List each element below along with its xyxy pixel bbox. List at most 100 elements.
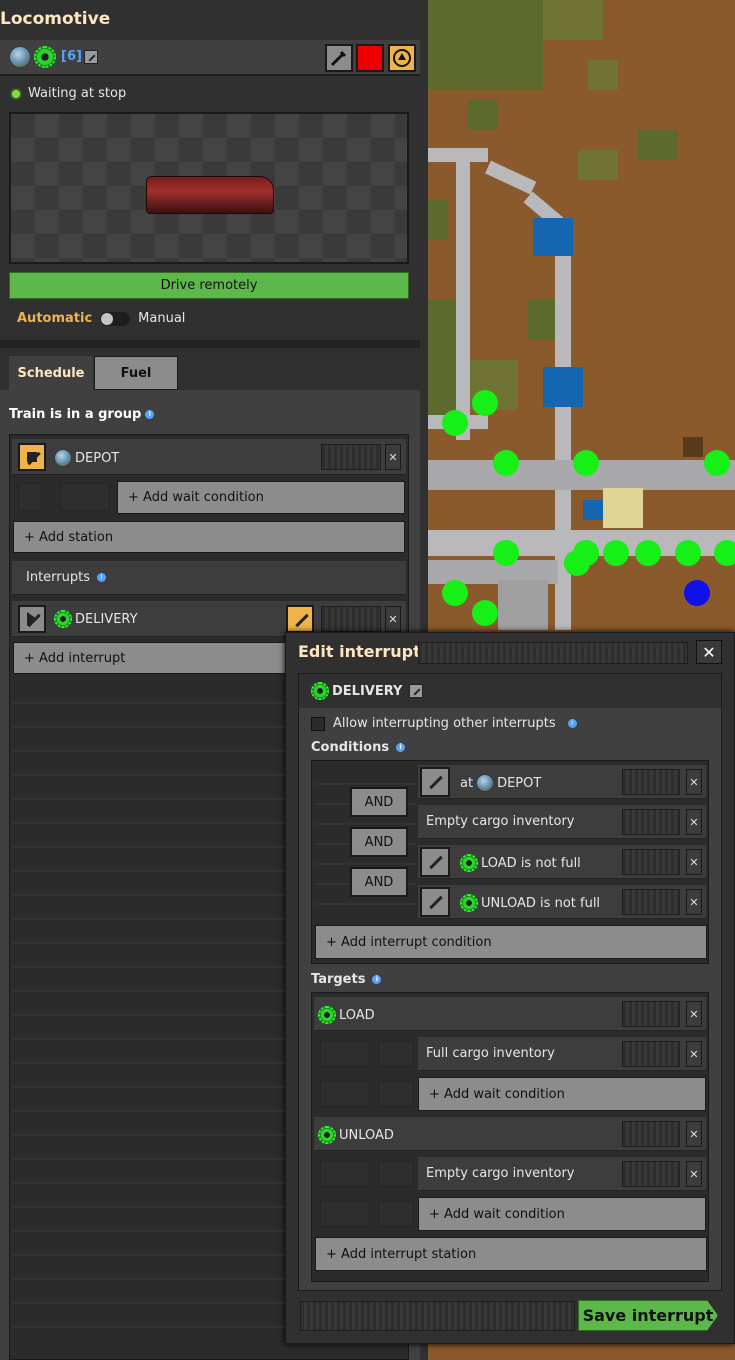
tab-fuel[interactable]: Fuel: [94, 356, 178, 390]
add-interrupt-station-button[interactable]: + Add interrupt station: [315, 1237, 707, 1271]
group-status-text: Train is in a group: [9, 407, 142, 422]
wait-condition-text: Empty cargo inventory: [426, 1166, 575, 1181]
allow-interrupt-checkbox[interactable]: [311, 716, 325, 731]
remove-condition-button[interactable]: ✕: [686, 809, 702, 835]
close-button[interactable]: ✕: [696, 640, 722, 664]
remove-interrupt-button[interactable]: ✕: [385, 606, 401, 632]
map-view-button[interactable]: [388, 44, 416, 72]
and-button[interactable]: AND: [350, 787, 408, 817]
grid-cell: [320, 1041, 370, 1067]
rename-pencil-icon[interactable]: [409, 684, 424, 698]
edit-condition-button[interactable]: [420, 767, 450, 797]
remove-condition-button[interactable]: ✕: [686, 769, 702, 795]
targets-label: Targets i: [311, 972, 382, 987]
locomotive-image: [146, 176, 274, 214]
interrupts-label: Interrupts i: [26, 570, 106, 585]
tab-schedule[interactable]: Schedule: [9, 356, 93, 390]
edit-condition-button[interactable]: [420, 887, 450, 917]
conditions-label-text: Conditions: [311, 740, 390, 755]
station-label: DEPOT: [54, 449, 119, 467]
and-button[interactable]: AND: [350, 827, 408, 857]
remove-wait-button[interactable]: ✕: [686, 1041, 702, 1067]
close-icon: ✕: [702, 642, 716, 662]
train-stop-gear-icon: [311, 682, 329, 700]
save-interrupt-button[interactable]: Save interrupt: [578, 1300, 718, 1331]
remove-wait-button[interactable]: ✕: [686, 1161, 702, 1187]
drag-handle[interactable]: [622, 889, 680, 915]
add-wait-condition-button[interactable]: + Add wait condition: [117, 481, 405, 514]
grid-cell: [18, 483, 42, 511]
planet-icon: [9, 46, 31, 68]
train-stop-gear-icon: [54, 610, 72, 628]
divider: [0, 340, 420, 348]
condition-load: LOAD is not full: [460, 854, 581, 872]
grid-cell: [60, 483, 110, 511]
add-wait-condition-button[interactable]: + Add wait condition: [418, 1077, 706, 1111]
grid-cell: [378, 1201, 414, 1227]
drag-handle[interactable]: [622, 1161, 680, 1187]
status-row: Waiting at stop: [12, 86, 126, 101]
remove-condition-button[interactable]: ✕: [686, 849, 702, 875]
train-stop-gear-icon: [460, 854, 478, 872]
dialog-title: Edit interrupt: [298, 642, 421, 661]
interrupt-name-bar: DELIVERY: [299, 674, 721, 708]
planet-icon: [54, 449, 72, 467]
grid-cell: [320, 1201, 370, 1227]
drive-remotely-button[interactable]: Drive remotely: [9, 272, 409, 299]
drag-handle[interactable]: [622, 1041, 680, 1067]
drag-handle[interactable]: [622, 769, 680, 795]
map-pin-icon: [393, 49, 411, 67]
status-led-icon: [12, 89, 20, 98]
edit-condition-button[interactable]: [420, 847, 450, 877]
pencil-icon: [84, 49, 98, 64]
remove-target-button[interactable]: ✕: [686, 1001, 702, 1027]
drag-handle[interactable]: [622, 809, 680, 835]
dialog-drag-handle[interactable]: [418, 642, 688, 664]
remove-target-button[interactable]: ✕: [686, 1121, 702, 1147]
drag-handle[interactable]: [321, 444, 381, 470]
target-load-label: LOAD: [318, 1006, 375, 1024]
group-link[interactable]: [6]: [61, 49, 82, 64]
remove-station-button[interactable]: ✕: [385, 444, 401, 470]
target-unload-name: UNLOAD: [339, 1127, 394, 1143]
group-status: Train is in a group i: [9, 407, 155, 422]
interrupt-name: DELIVERY: [75, 611, 138, 627]
condition-prefix: at: [460, 775, 474, 791]
color-picker-button[interactable]: [325, 44, 353, 72]
condition-at-station: at DEPOT: [460, 774, 541, 792]
condition-station: DEPOT: [497, 775, 542, 791]
allow-interrupt-row: Allow interrupting other interrupts i: [311, 716, 577, 731]
edit-interrupt-button[interactable]: [286, 605, 314, 633]
info-icon: i: [567, 719, 577, 728]
wait-condition-text: Full cargo inventory: [426, 1046, 555, 1061]
add-interrupt-condition-button[interactable]: + Add interrupt condition: [315, 925, 707, 959]
play-icon: [27, 612, 37, 626]
rename-button[interactable]: [84, 49, 98, 64]
drag-handle[interactable]: [321, 606, 381, 632]
interrupt-name: DELIVERY: [332, 683, 403, 699]
grid-cell: [320, 1161, 370, 1187]
drag-handle[interactable]: [622, 1121, 680, 1147]
dialog-footer-drag[interactable]: [300, 1301, 575, 1331]
targets-label-text: Targets: [311, 972, 366, 987]
color-swatch-button[interactable]: [356, 44, 384, 72]
remove-condition-button[interactable]: ✕: [686, 889, 702, 915]
info-icon: i: [396, 743, 406, 752]
toolbar: [6]: [0, 40, 420, 76]
drag-handle[interactable]: [622, 1001, 680, 1027]
planet-icon: [476, 774, 495, 792]
mode-toggle[interactable]: [100, 311, 131, 326]
stop-icon: [27, 452, 37, 462]
drag-handle[interactable]: [622, 849, 680, 875]
info-icon: i: [97, 573, 106, 582]
target-unload-label: UNLOAD: [318, 1126, 394, 1144]
train-stop-gear-icon: [34, 46, 56, 68]
add-wait-condition-button[interactable]: + Add wait condition: [418, 1197, 706, 1231]
info-icon: i: [372, 975, 382, 984]
and-button[interactable]: AND: [350, 867, 408, 897]
info-icon: i: [145, 410, 155, 419]
locomotive-preview[interactable]: [9, 112, 409, 264]
add-station-button[interactable]: + Add station: [13, 521, 405, 553]
condition-unload-text: UNLOAD is not full: [481, 895, 601, 911]
train-stop-gear-icon: [318, 1126, 336, 1144]
